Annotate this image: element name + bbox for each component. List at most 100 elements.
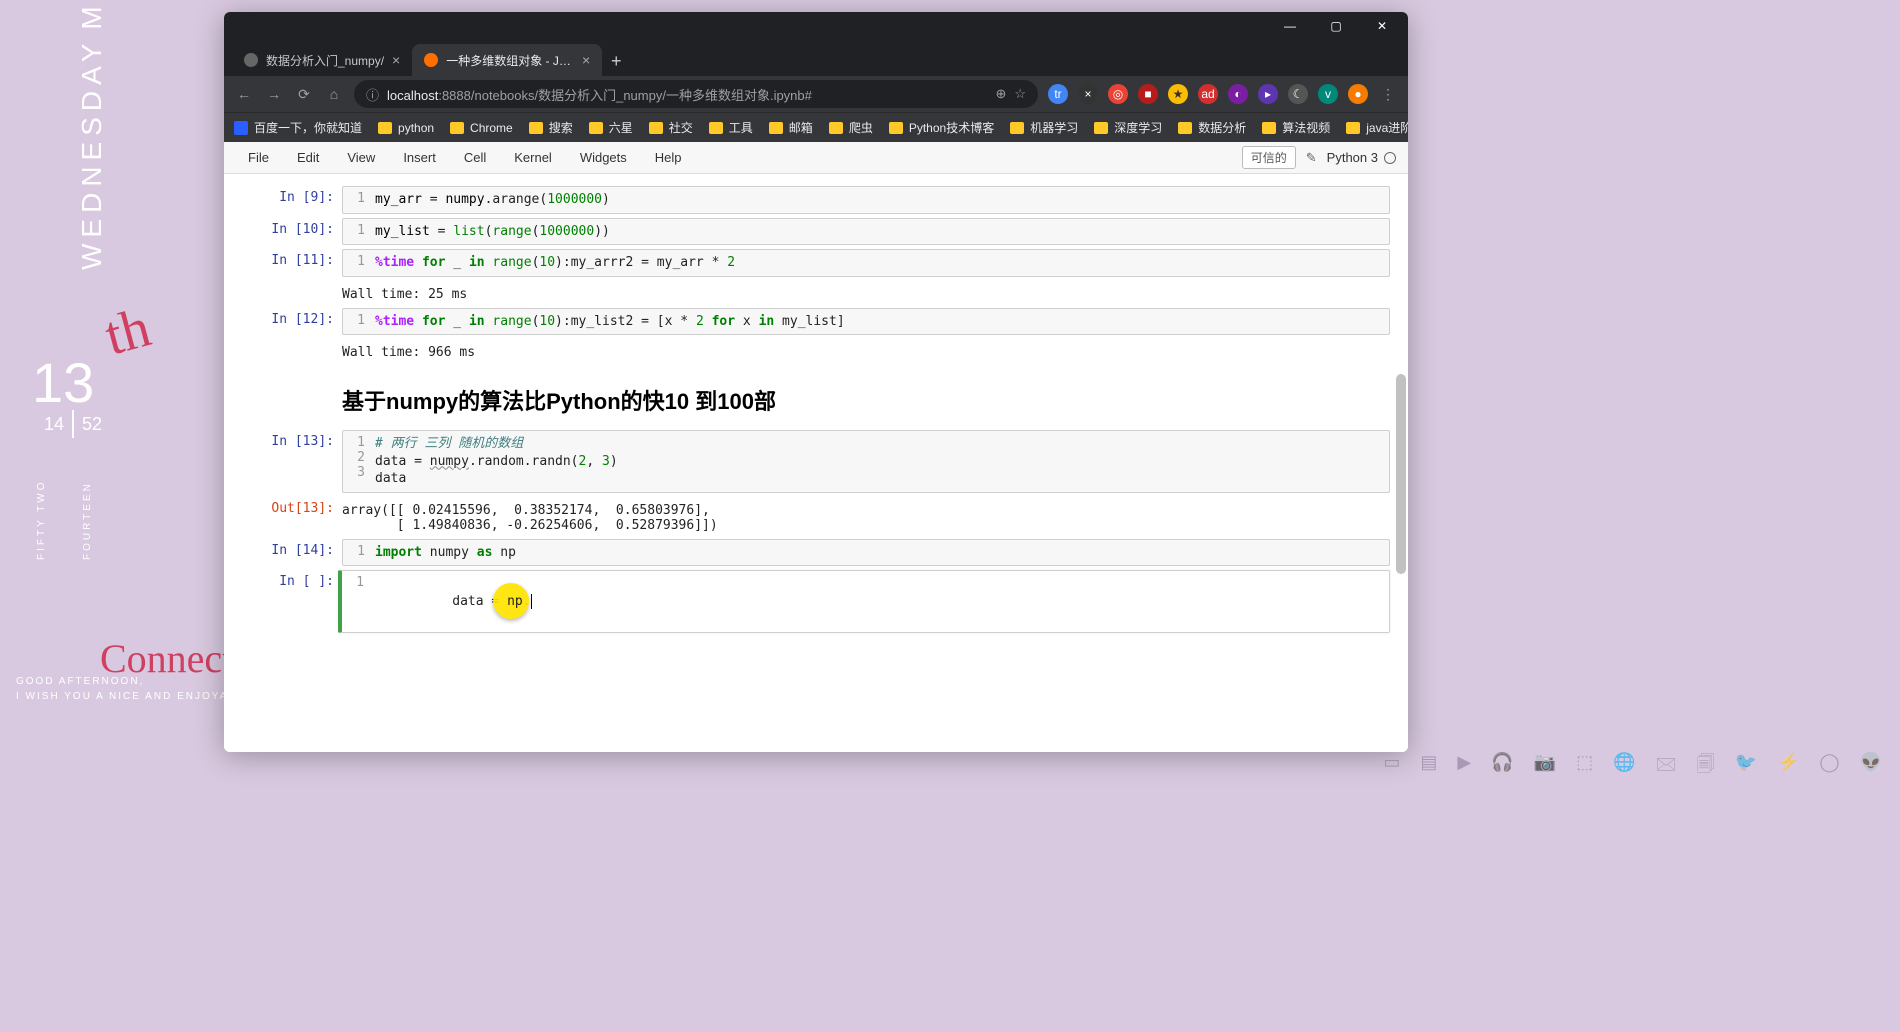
- bookmark-label: 深度学习: [1114, 119, 1162, 136]
- window-close-button[interactable]: ✕: [1360, 12, 1404, 40]
- tray-headphones-icon[interactable]: 🎧: [1491, 752, 1513, 782]
- tray-bolt-icon[interactable]: ⚡: [1777, 752, 1799, 782]
- bookmark-folder[interactable]: 社交: [649, 119, 693, 136]
- extension-icon[interactable]: ▸: [1258, 84, 1278, 104]
- notebook-scroll-area[interactable]: In [9]: 1 my_arr = numpy.arange(1000000)…: [224, 174, 1408, 752]
- nav-forward-button[interactable]: →: [264, 84, 284, 104]
- code-line[interactable]: my_list = list(range(1000000)): [375, 223, 610, 241]
- code-cell-active[interactable]: In [ ]: 1 data = np.: [242, 570, 1390, 633]
- extension-icon[interactable]: ◎: [1108, 84, 1128, 104]
- line-number: 1: [349, 254, 375, 272]
- extension-icon[interactable]: tr: [1048, 84, 1068, 104]
- bookmark-folder[interactable]: 算法视频: [1262, 119, 1330, 136]
- window-maximize-button[interactable]: ▢: [1314, 12, 1358, 40]
- address-bar[interactable]: ⓘ localhost:8888/notebooks/数据分析入门_numpy/…: [354, 80, 1038, 108]
- tray-monitor-icon[interactable]: ▭: [1383, 752, 1400, 782]
- bookmark-folder[interactable]: python: [378, 121, 434, 135]
- extension-icon[interactable]: ☾: [1288, 84, 1308, 104]
- bookmark-folder[interactable]: 数据分析: [1178, 119, 1246, 136]
- tray-circle-icon[interactable]: ◯: [1819, 752, 1839, 782]
- code-line[interactable]: my_arr = numpy.arange(1000000): [375, 191, 610, 209]
- nav-home-button[interactable]: ⌂: [324, 84, 344, 104]
- menu-help[interactable]: Help: [643, 146, 694, 169]
- site-info-icon[interactable]: ⓘ: [366, 85, 379, 104]
- line-number: 1: [349, 191, 375, 209]
- extension-icon[interactable]: ★: [1168, 84, 1188, 104]
- menu-cell[interactable]: Cell: [452, 146, 498, 169]
- bookmark-folder[interactable]: java进阶: [1346, 119, 1408, 136]
- folder-icon: [829, 122, 843, 134]
- kernel-indicator[interactable]: Python 3: [1327, 150, 1396, 165]
- bookmark-label: Chrome: [470, 121, 513, 135]
- menu-kernel[interactable]: Kernel: [502, 146, 564, 169]
- code-cell[interactable]: In [11]: 1 %time for _ in range(10):my_a…: [242, 249, 1390, 277]
- kernel-name: Python 3: [1327, 150, 1378, 165]
- bookmark-folder[interactable]: 工具: [709, 119, 753, 136]
- folder-icon: [1178, 122, 1192, 134]
- window-minimize-button[interactable]: —: [1268, 12, 1312, 40]
- extension-icon[interactable]: v: [1318, 84, 1338, 104]
- nav-reload-button[interactable]: ⟳: [294, 84, 314, 104]
- bookmark-folder[interactable]: 深度学习: [1094, 119, 1162, 136]
- bookmark-star-icon[interactable]: ☆: [1014, 86, 1026, 102]
- tray-globe-icon[interactable]: 🌐: [1613, 752, 1635, 782]
- url-host: localhost: [387, 88, 438, 103]
- code-line[interactable]: %time for _ in range(10):my_list2 = [x *…: [375, 313, 845, 331]
- bookmark-folder[interactable]: 邮箱: [769, 119, 813, 136]
- tray-notes-icon[interactable]: ▤: [1420, 752, 1437, 782]
- zoom-icon[interactable]: ⊕: [995, 86, 1006, 102]
- tray-twitter-icon[interactable]: 🐦: [1735, 752, 1757, 782]
- bookmark-folder[interactable]: 机器学习: [1010, 119, 1078, 136]
- edit-icon[interactable]: ✎: [1306, 150, 1317, 166]
- bookmark-folder[interactable]: Python技术博客: [889, 119, 994, 136]
- menu-edit[interactable]: Edit: [285, 146, 331, 169]
- bookmark-folder[interactable]: 搜索: [529, 119, 573, 136]
- code-cell[interactable]: In [14]: 1 import numpy as np: [242, 539, 1390, 567]
- code-cell[interactable]: In [10]: 1 my_list = list(range(1000000)…: [242, 218, 1390, 246]
- tab-close-icon[interactable]: ×: [392, 53, 400, 67]
- tray-play-icon[interactable]: ▶: [1457, 752, 1471, 782]
- extension-icon[interactable]: ◐: [1228, 84, 1248, 104]
- tray-frame-icon[interactable]: ⬚: [1576, 752, 1593, 782]
- menu-file[interactable]: File: [236, 146, 281, 169]
- bookmark-folder[interactable]: 六星: [589, 119, 633, 136]
- profile-avatar-icon[interactable]: ●: [1348, 84, 1368, 104]
- code-block[interactable]: # 两行 三列 随机的数组 data = numpy.random.randn(…: [375, 435, 618, 488]
- trusted-indicator[interactable]: 可信的: [1242, 146, 1296, 169]
- extension-icon[interactable]: ad: [1198, 84, 1218, 104]
- menu-view[interactable]: View: [335, 146, 387, 169]
- bookmark-folder[interactable]: Chrome: [450, 121, 513, 135]
- tray-camera-icon[interactable]: 📷: [1534, 752, 1556, 782]
- bookmark-label: 数据分析: [1198, 119, 1246, 136]
- menu-insert[interactable]: Insert: [391, 146, 448, 169]
- minute-word: FIFTY TWO: [36, 479, 47, 560]
- input-prompt: In [12]:: [242, 308, 342, 336]
- browser-menu-icon[interactable]: ⋮: [1378, 84, 1398, 104]
- bookmark-item[interactable]: 百度一下，你就知道: [234, 119, 362, 136]
- extension-icon[interactable]: ×: [1078, 84, 1098, 104]
- extension-icon[interactable]: ■: [1138, 84, 1158, 104]
- tray-clipboard-icon[interactable]: 🗐: [1697, 752, 1715, 782]
- bookmark-label: 百度一下，你就知道: [254, 119, 362, 136]
- code-line-editing[interactable]: data = np.: [374, 575, 532, 628]
- tray-mail-icon[interactable]: 🖂: [1656, 752, 1677, 782]
- folder-icon: [1346, 122, 1360, 134]
- nav-back-button[interactable]: ←: [234, 84, 254, 104]
- menu-widgets[interactable]: Widgets: [568, 146, 639, 169]
- tab-close-icon[interactable]: ×: [582, 53, 590, 67]
- input-prompt: In [9]:: [242, 186, 342, 214]
- code-cell[interactable]: In [13]: 123 # 两行 三列 随机的数组 data = numpy.…: [242, 430, 1390, 493]
- markdown-cell[interactable]: 基于numpy的算法比Python的快10 到100部: [242, 366, 1390, 426]
- bookmark-folder[interactable]: 爬虫: [829, 119, 873, 136]
- extensions-strip: tr × ◎ ■ ★ ad ◐ ▸ ☾ v ● ⋮: [1048, 84, 1398, 104]
- code-cell[interactable]: In [9]: 1 my_arr = numpy.arange(1000000): [242, 186, 1390, 214]
- code-line[interactable]: %time for _ in range(10):my_arrr2 = my_a…: [375, 254, 735, 272]
- code-cell[interactable]: In [12]: 1 %time for _ in range(10):my_l…: [242, 308, 1390, 336]
- browser-tab[interactable]: 数据分析入门_numpy/ ×: [232, 44, 412, 76]
- scrollbar-thumb[interactable]: [1396, 374, 1406, 574]
- new-tab-button[interactable]: +: [602, 51, 630, 76]
- code-line[interactable]: import numpy as np: [375, 544, 516, 562]
- stdout-text: Wall time: 25 ms: [342, 281, 1390, 304]
- browser-tab-active[interactable]: 一种多维数组对象 - Jupyter Not... ×: [412, 44, 602, 76]
- tray-reddit-icon[interactable]: 👽: [1860, 752, 1882, 782]
